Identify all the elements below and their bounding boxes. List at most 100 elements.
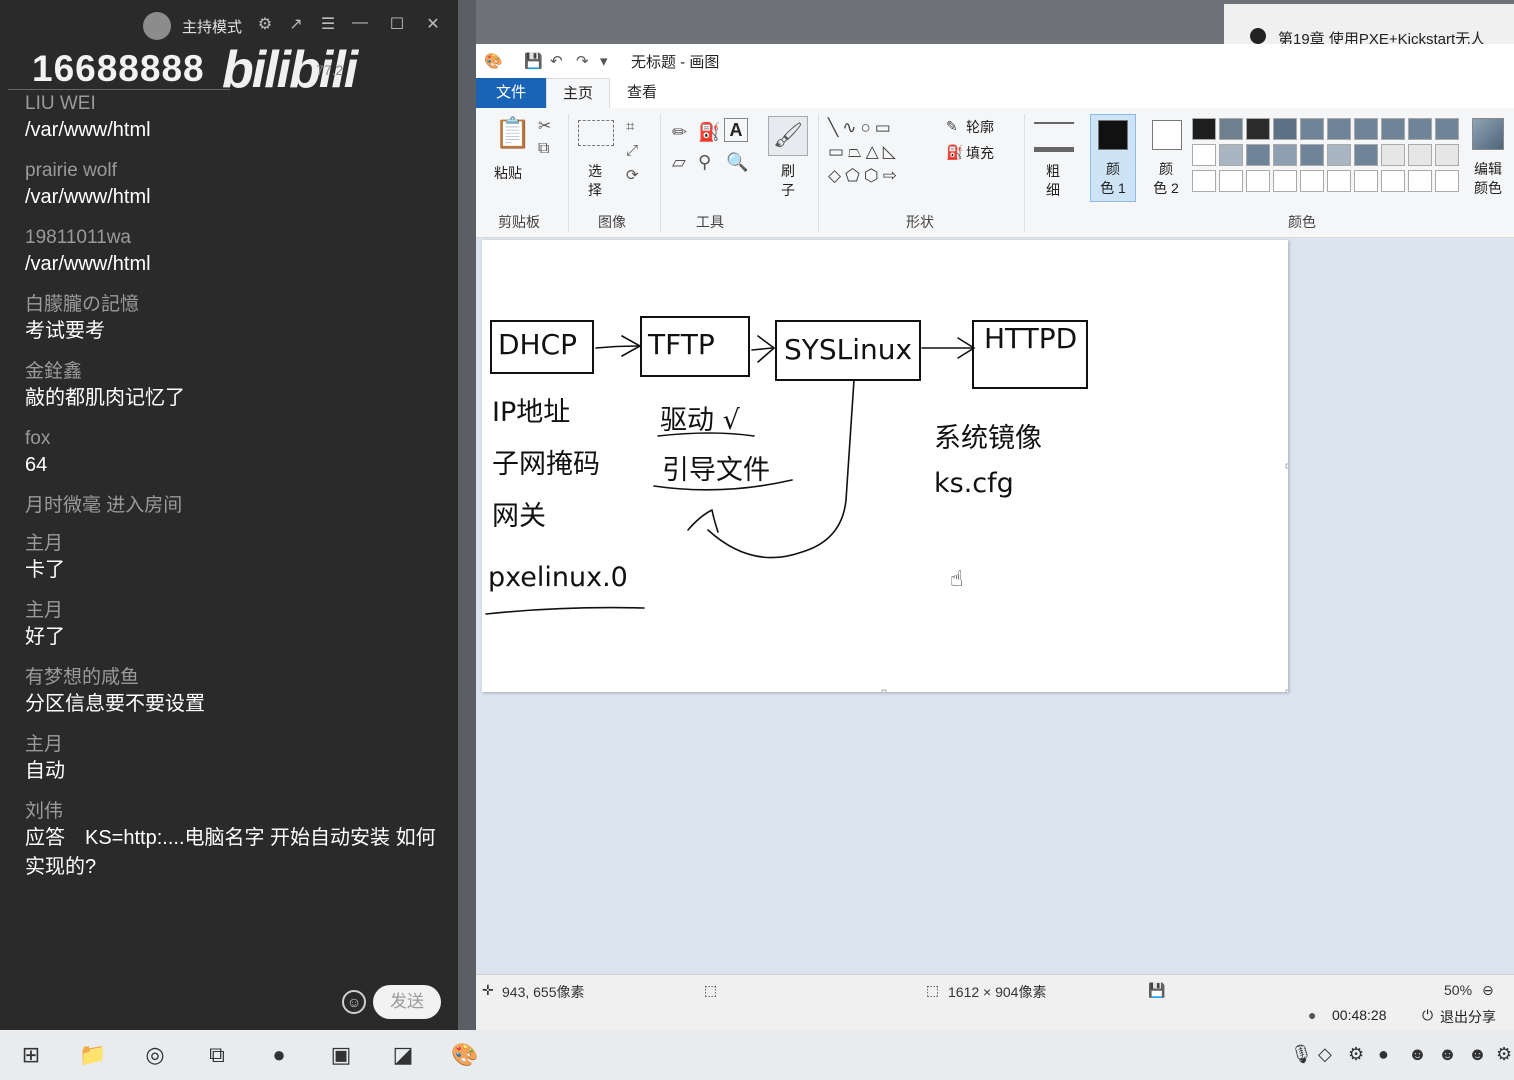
paint-taskbar-icon[interactable]: 🎨 — [450, 1040, 480, 1070]
tray-icon[interactable]: ☻ — [1438, 1044, 1457, 1065]
palette-swatch[interactable] — [1300, 144, 1324, 166]
size-icon[interactable] — [1034, 122, 1074, 152]
host-avatar[interactable] — [143, 12, 171, 40]
tray-icon[interactable]: ⚙ — [1348, 1044, 1364, 1065]
paste-icon[interactable]: 📋 — [494, 116, 531, 151]
chat-username[interactable]: 主月 — [25, 532, 445, 556]
palette-swatch[interactable] — [1408, 144, 1432, 166]
drawing-canvas[interactable]: DHCP TFTP SYSLinux HTTPD IP地址 子网掩码 网关 驱动… — [482, 240, 1288, 692]
tray-icon[interactable]: ☻ — [1468, 1044, 1487, 1065]
palette-swatch[interactable] — [1273, 170, 1297, 192]
tray-icon[interactable]: ● — [1378, 1044, 1389, 1065]
palette-swatch[interactable] — [1246, 170, 1270, 192]
shapes-gallery[interactable]: ╲∿○▭ ▭⏢△◺ ◇⬠⬡⇨ — [828, 116, 926, 196]
select-button[interactable]: 选 择 — [580, 162, 610, 200]
palette-swatch[interactable] — [1354, 144, 1378, 166]
palette-swatch[interactable] — [1246, 118, 1270, 140]
resize-icon[interactable]: ⤢ — [626, 142, 638, 159]
app-icon[interactable]: ● — [264, 1040, 294, 1070]
microphone-icon[interactable]: 🎙 — [1290, 1044, 1313, 1065]
palette-swatch[interactable] — [1192, 118, 1216, 140]
chat-username[interactable]: 主月 — [25, 599, 445, 623]
eraser-icon[interactable]: ▱ — [672, 152, 686, 173]
chat-username[interactable]: 金銓鑫 — [25, 360, 445, 384]
palette-swatch[interactable] — [1192, 144, 1216, 166]
popout-icon[interactable]: ↗ — [285, 14, 307, 34]
browser-icon[interactable]: ◎ — [140, 1040, 170, 1070]
palette-swatch[interactable] — [1300, 118, 1324, 140]
tray-icon[interactable]: ◇ — [1318, 1044, 1332, 1065]
xshell-icon[interactable]: ◪ — [388, 1040, 418, 1070]
tab-file[interactable]: 文件 — [476, 78, 546, 108]
minimize-icon[interactable]: — — [349, 14, 371, 32]
palette-swatch[interactable] — [1273, 118, 1297, 140]
tab-home[interactable]: 主页 — [546, 78, 610, 108]
magnifier-icon[interactable]: 🔍 — [726, 152, 748, 173]
paste-button[interactable]: 粘贴 — [490, 164, 526, 183]
save-icon[interactable]: 💾 — [524, 52, 543, 70]
terminal-icon[interactable]: ▣ — [326, 1040, 356, 1070]
edit-colors-button[interactable]: 编辑 颜色 — [1470, 160, 1506, 198]
brush-icon[interactable]: 🖌 — [768, 116, 808, 156]
zoom-out-icon[interactable]: ⊖ — [1482, 982, 1494, 999]
chat-username[interactable]: 19811011wa — [25, 226, 445, 250]
palette-swatch[interactable] — [1327, 118, 1351, 140]
select-icon[interactable] — [578, 120, 614, 146]
size-button[interactable]: 粗 细 — [1040, 162, 1066, 200]
palette-swatch[interactable] — [1354, 118, 1378, 140]
chat-username[interactable]: 刘伟 — [25, 800, 445, 824]
close-icon[interactable]: ✕ — [422, 14, 444, 34]
exit-share-button[interactable]: 退出分享 — [1440, 1007, 1496, 1027]
tray-icon[interactable]: ☻ — [1408, 1044, 1427, 1065]
chat-username[interactable]: 有梦想的咸鱼 — [25, 666, 445, 690]
rotate-icon[interactable]: ⟳ — [626, 166, 639, 184]
tab-view[interactable]: 查看 — [610, 78, 674, 108]
outline-icon[interactable]: ✎ — [946, 118, 958, 135]
palette-swatch[interactable] — [1435, 118, 1459, 140]
maximize-icon[interactable]: ☐ — [386, 14, 408, 34]
palette-swatch[interactable] — [1408, 118, 1432, 140]
pencil-icon[interactable]: ✏ — [672, 122, 687, 143]
chat-username[interactable]: 月时微毫 进入房间 — [25, 494, 445, 518]
menu-icon[interactable]: ☰ — [317, 14, 339, 34]
palette-swatch[interactable] — [1327, 170, 1351, 192]
cut-icon[interactable]: ✂ — [538, 116, 551, 136]
exit-share-icon[interactable]: ⏻ — [1422, 1007, 1433, 1024]
palette-swatch[interactable] — [1219, 170, 1243, 192]
palette-swatch[interactable] — [1192, 170, 1216, 192]
send-button[interactable]: 发送 — [373, 985, 441, 1019]
text-tool-icon[interactable]: A — [724, 118, 748, 142]
chat-username[interactable]: LIU WEI — [25, 92, 445, 116]
vmware-icon[interactable]: ⧉ — [202, 1040, 232, 1070]
file-explorer-icon[interactable]: 📁 — [78, 1040, 108, 1070]
palette-swatch[interactable] — [1273, 144, 1297, 166]
color-picker-icon[interactable]: ⚲ — [698, 152, 711, 173]
palette-swatch[interactable] — [1327, 144, 1351, 166]
settings-icon[interactable]: ⚙ — [254, 14, 276, 34]
windows-start-icon[interactable]: ⊞ — [16, 1040, 46, 1070]
palette-swatch[interactable] — [1408, 170, 1432, 192]
chat-username[interactable]: 主月 — [25, 733, 445, 757]
fill-button[interactable]: 填充 — [966, 144, 994, 163]
chat-username[interactable]: fox — [25, 427, 445, 451]
crop-icon[interactable]: ⌗ — [626, 118, 634, 135]
emoji-icon[interactable]: ☺ — [342, 990, 366, 1014]
palette-swatch[interactable] — [1300, 170, 1324, 192]
color2-swatch[interactable] — [1152, 120, 1182, 150]
fill-icon[interactable]: ⛽ — [946, 144, 963, 161]
palette-swatch[interactable] — [1381, 144, 1405, 166]
host-mode-label[interactable]: 主持模式 — [182, 16, 242, 37]
palette-swatch[interactable] — [1381, 118, 1405, 140]
copy-icon[interactable]: ⧉ — [538, 140, 549, 158]
palette-swatch[interactable] — [1246, 144, 1270, 166]
palette-swatch[interactable] — [1219, 144, 1243, 166]
fill-bucket-icon[interactable]: ⛽ — [698, 122, 720, 143]
undo-icon[interactable]: ↶ — [550, 52, 563, 70]
edit-colors-icon[interactable] — [1472, 118, 1504, 150]
palette-swatch[interactable] — [1381, 170, 1405, 192]
palette-swatch[interactable] — [1354, 170, 1378, 192]
palette-swatch[interactable] — [1435, 170, 1459, 192]
redo-icon[interactable]: ↷ — [576, 52, 589, 70]
palette-swatch[interactable] — [1435, 144, 1459, 166]
chat-username[interactable]: 白朦朧の記憶 — [25, 293, 445, 317]
